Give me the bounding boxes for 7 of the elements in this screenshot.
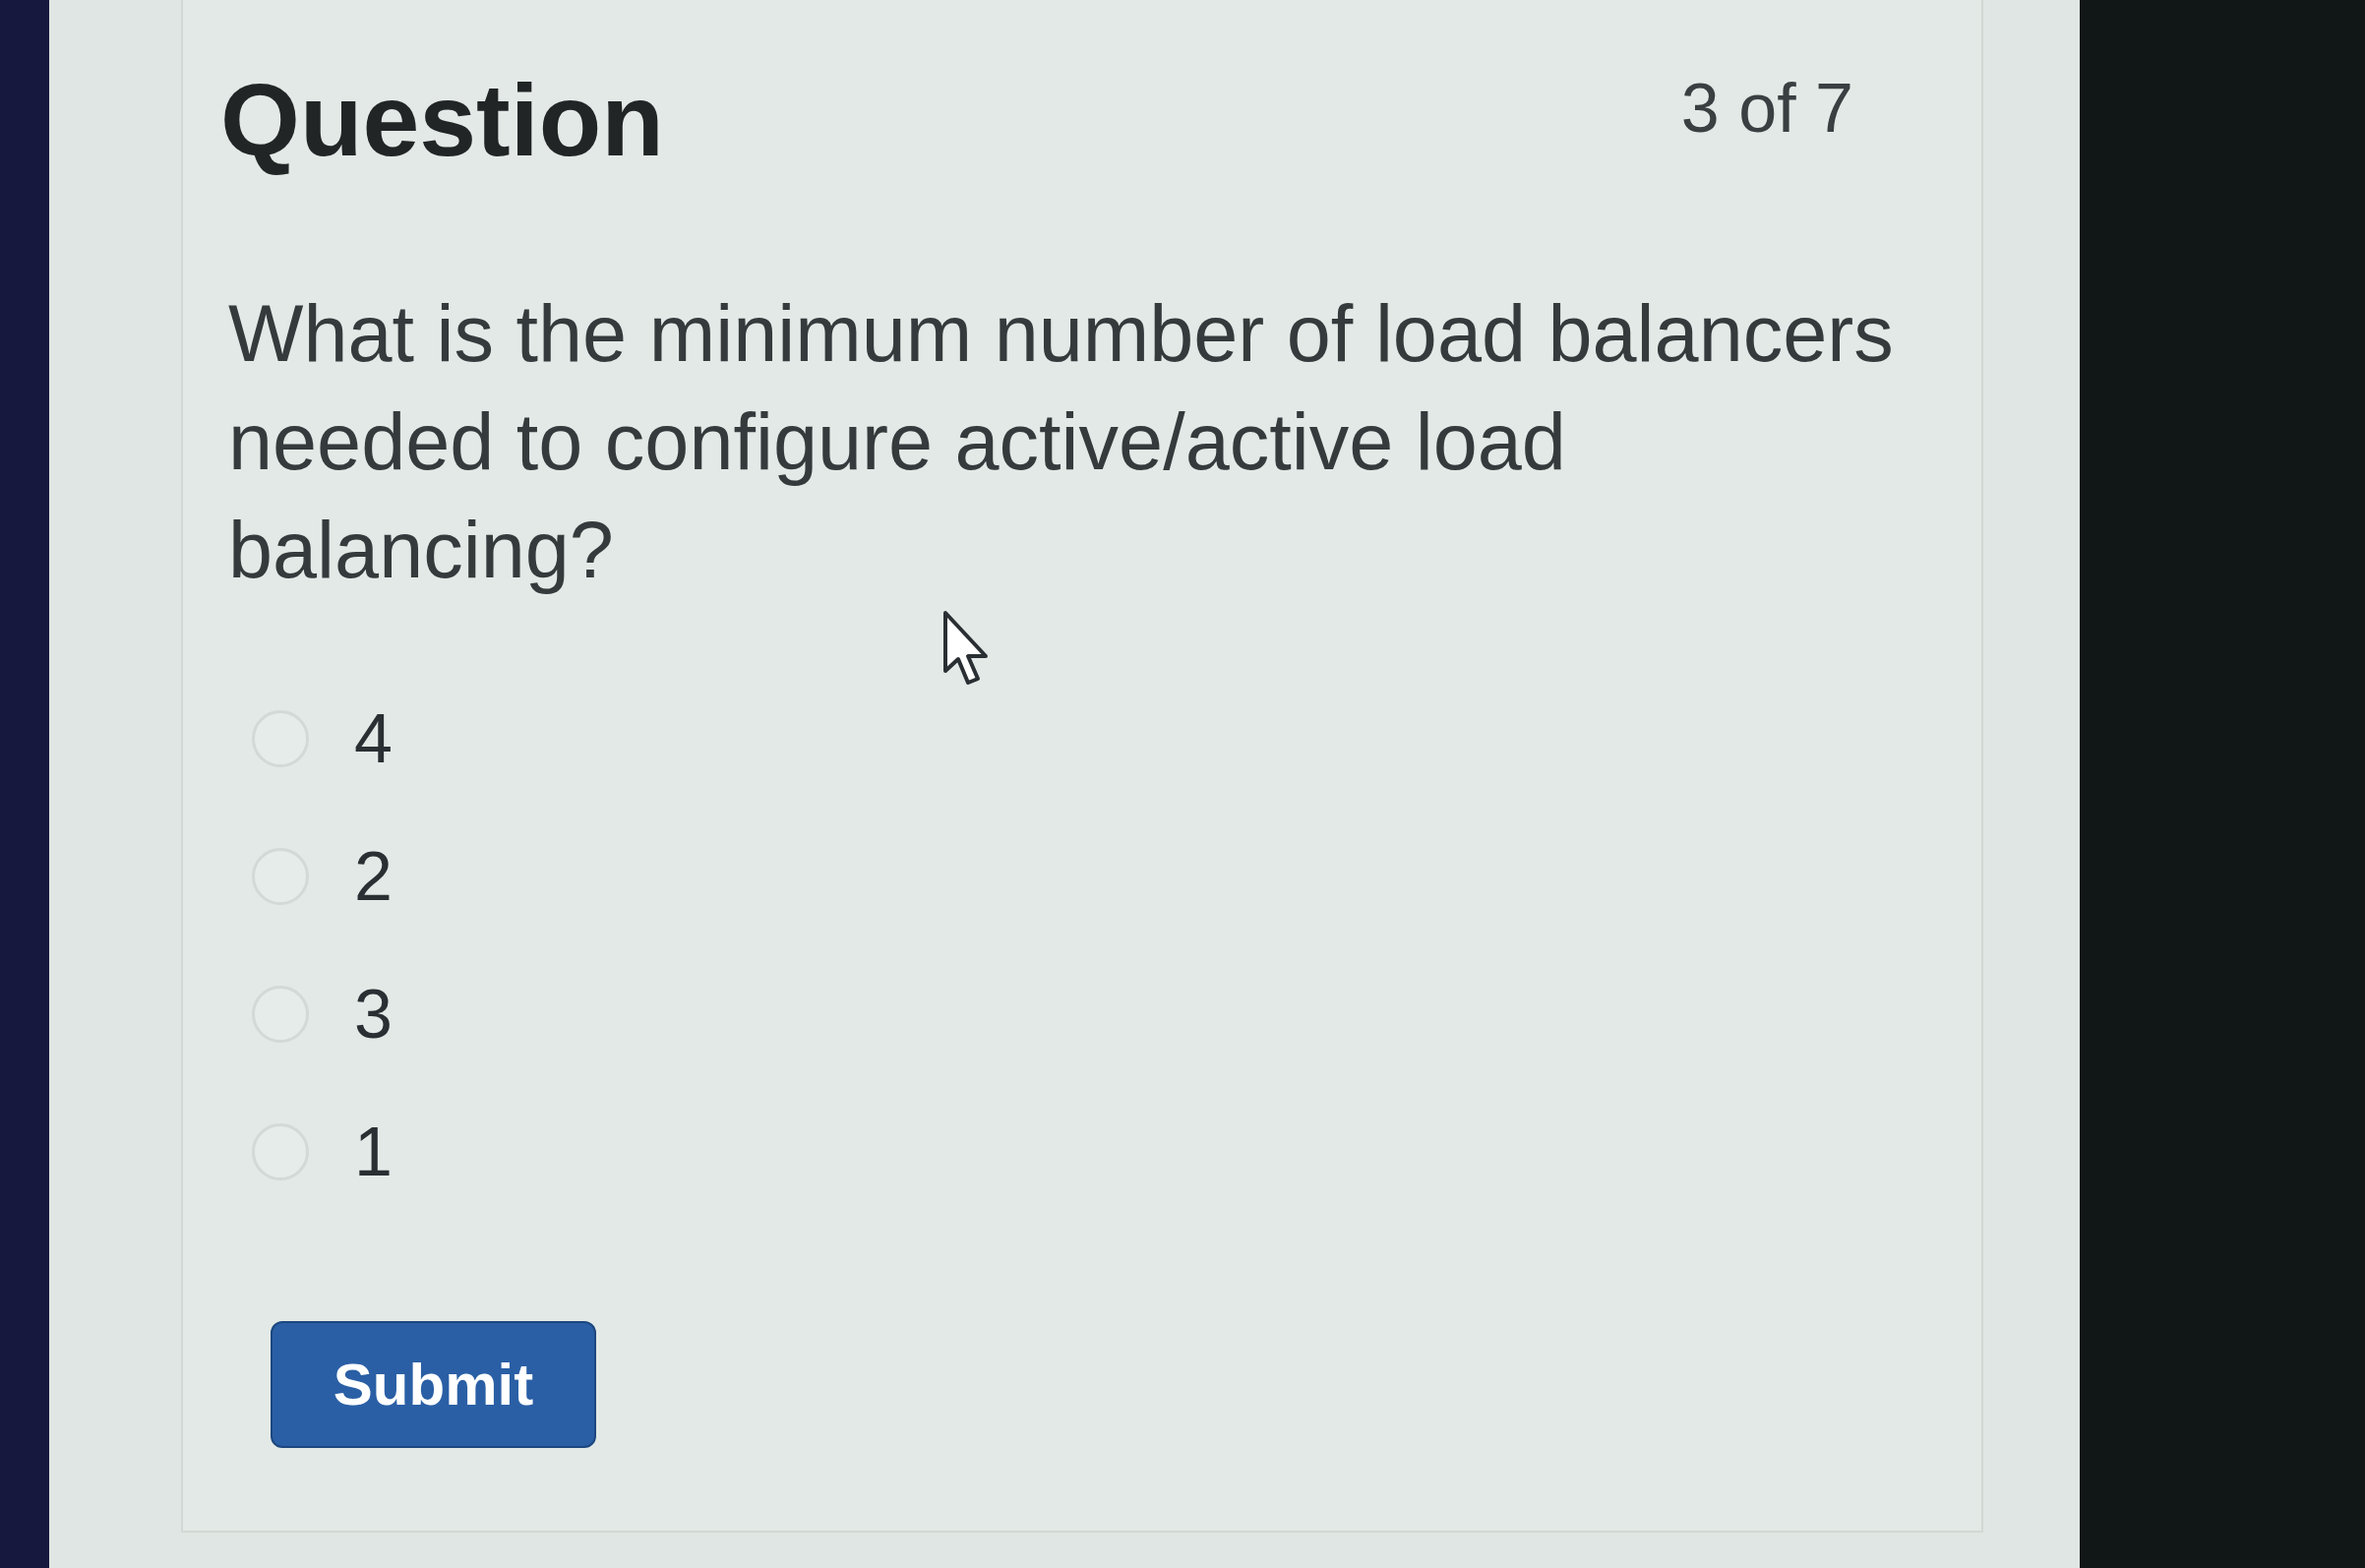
- option-label[interactable]: 1: [354, 1117, 393, 1186]
- option-label[interactable]: 3: [354, 980, 393, 1049]
- question-counter: 3 of 7: [1680, 74, 1853, 143]
- submit-button[interactable]: Submit: [271, 1321, 596, 1448]
- option-label[interactable]: 4: [354, 704, 393, 773]
- question-text: What is the minimum number of load balancers needed to configure active/active load balancing?: [227, 288, 1895, 596]
- option-label[interactable]: 2: [354, 842, 393, 911]
